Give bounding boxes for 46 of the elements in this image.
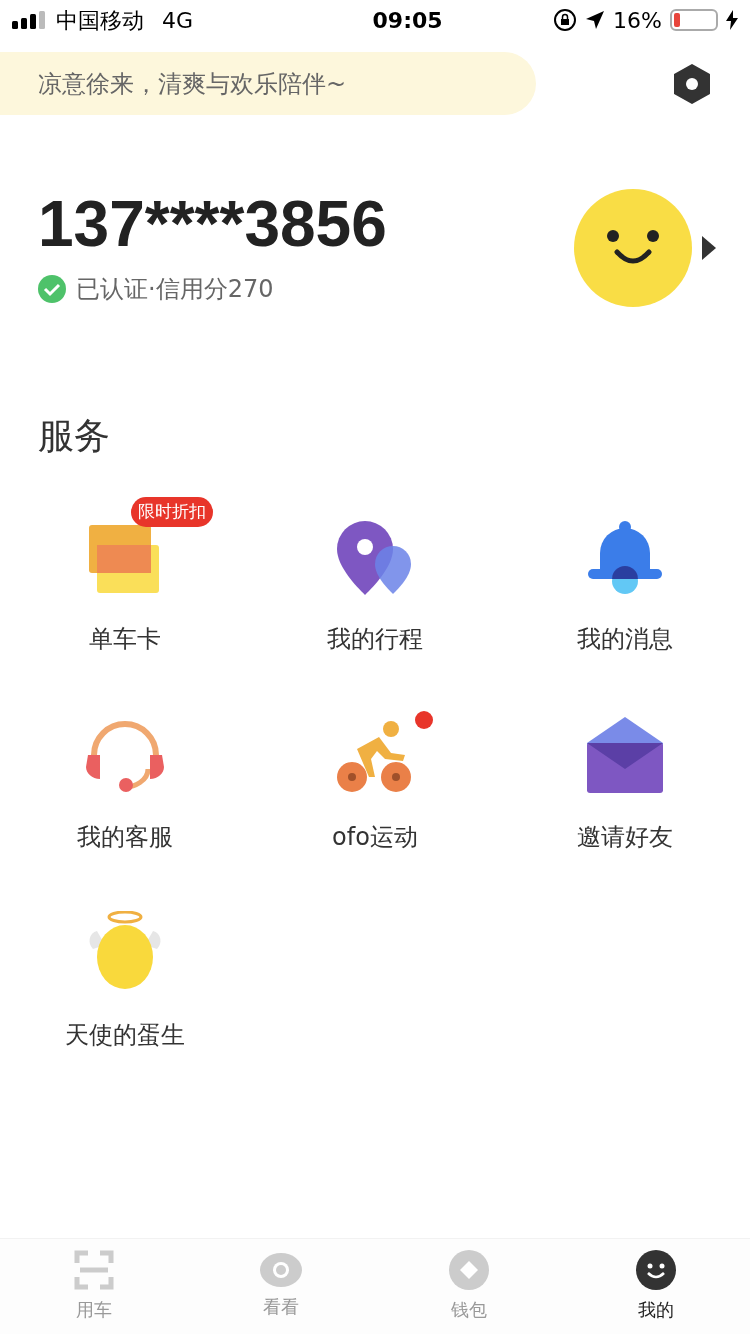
diamond-coin-icon (448, 1250, 489, 1290)
credit-score: 已认证·信用分270 (76, 274, 274, 305)
battery-percent: 16% (613, 6, 662, 35)
envelope-icon (587, 717, 663, 793)
cyclist-icon (337, 719, 413, 793)
battery-icon (670, 9, 718, 31)
scan-icon (73, 1250, 114, 1290)
service-label: 邀请好友 (577, 822, 673, 853)
service-label: 单车卡 (89, 624, 161, 655)
service-label: 我的行程 (327, 624, 423, 655)
service-item[interactable]: 我的行程 (250, 497, 500, 657)
service-item[interactable]: 天使的蛋生 (0, 893, 250, 1053)
tab-label: 我的 (638, 1298, 675, 1322)
settings-icon[interactable] (672, 63, 712, 104)
tab-label: 用车 (75, 1298, 112, 1322)
greeting-banner[interactable]: 凉意徐来，清爽与欢乐陪伴~ (0, 52, 536, 115)
service-item[interactable]: ofo运动 (250, 695, 500, 855)
network-type: 4G (162, 6, 194, 35)
tab-label: 看看 (263, 1295, 300, 1319)
smiley-icon (636, 1250, 677, 1290)
signal-icon (12, 11, 46, 29)
section-title: 服务 (37, 414, 111, 458)
phone-number: 137****3856 (38, 189, 388, 259)
service-label: 我的消息 (577, 624, 673, 655)
service-item[interactable]: 我的客服 (0, 695, 250, 855)
service-label: 我的客服 (77, 822, 173, 853)
location-pin-icon (337, 521, 413, 595)
service-label: 天使的蛋生 (65, 1020, 185, 1051)
discount-badge: 限时折扣 (131, 497, 213, 527)
chevron-right-icon[interactable] (702, 236, 716, 260)
service-item[interactable]: 邀请好友 (500, 695, 750, 855)
cards-icon (89, 525, 161, 595)
bell-icon (588, 521, 662, 595)
service-item[interactable]: 我的消息 (500, 497, 750, 657)
carrier-name: 中国移动 (56, 6, 144, 35)
charging-bolt-icon (726, 10, 738, 30)
eye-icon (260, 1253, 303, 1287)
angel-egg-icon (87, 911, 163, 991)
clock-time: 09:05 (371, 6, 444, 35)
location-arrow-icon (585, 10, 606, 30)
service-item[interactable]: 限时折扣 单车卡 (0, 497, 250, 657)
headset-icon (86, 719, 164, 793)
tab[interactable]: 我的 (562, 1239, 750, 1334)
service-label: ofo运动 (332, 822, 418, 853)
rotation-lock-icon (553, 8, 578, 32)
tab-label: 钱包 (450, 1298, 487, 1322)
